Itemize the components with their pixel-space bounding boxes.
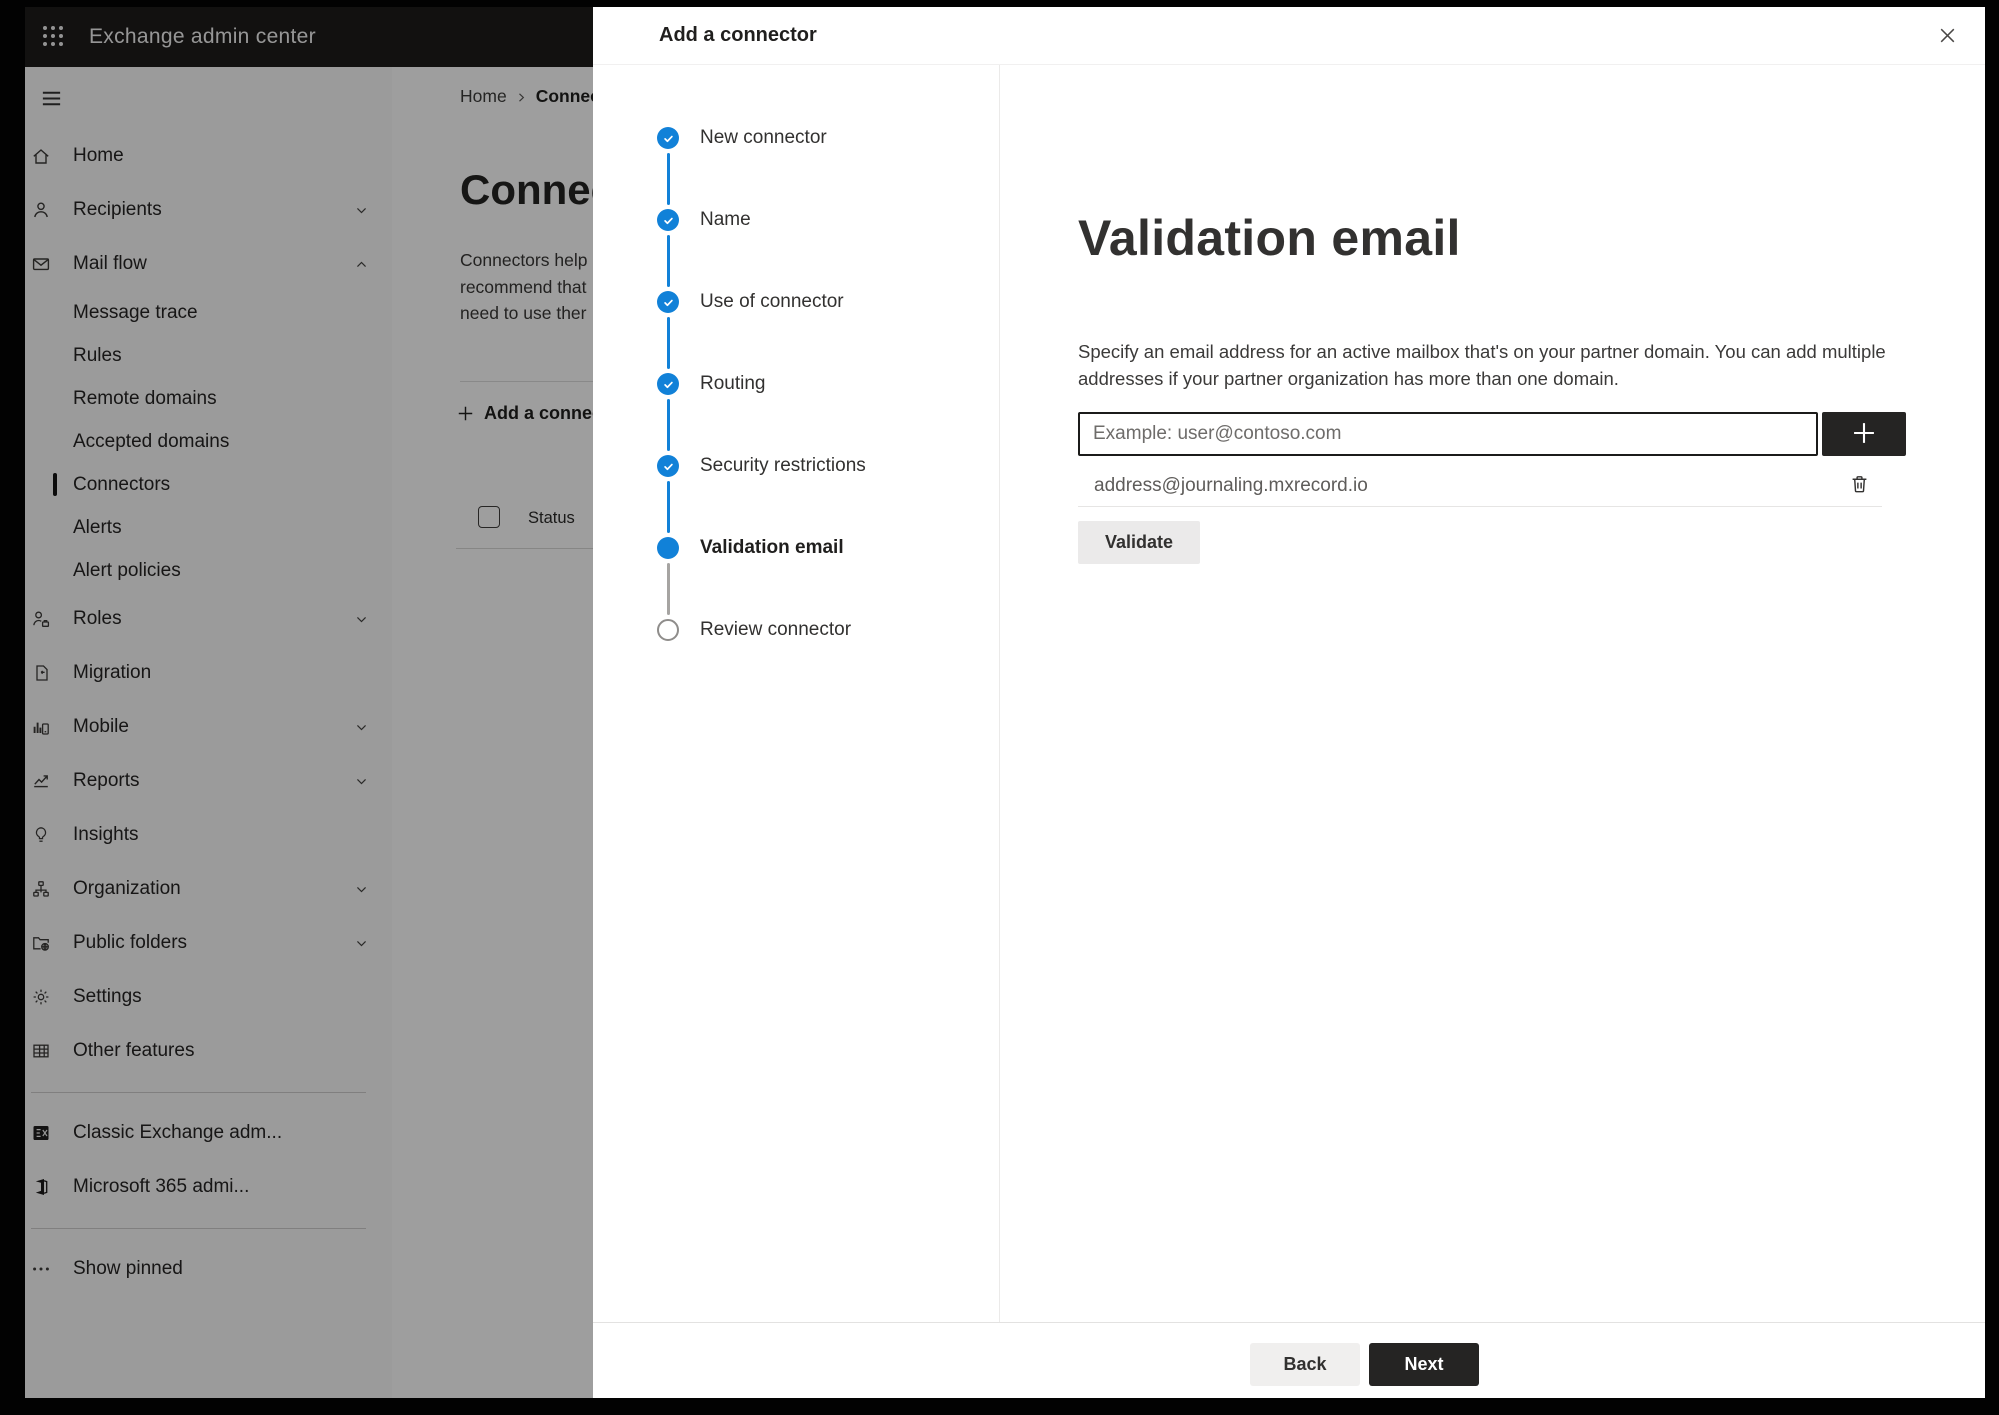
add-connector-panel: Add a connector New connector Name Use of … (593, 7, 1985, 1398)
step-connector (666, 481, 670, 533)
email-entry-row (1078, 412, 1906, 456)
address-text: address@journaling.mxrecord.io (1094, 474, 1368, 496)
email-input[interactable] (1078, 412, 1818, 456)
step-heading: Validation email (1078, 209, 1461, 266)
step-description: Specify an email address for an active m… (1078, 340, 1886, 389)
app-window: Exchange admin center Home Recipients Mail… (25, 7, 1985, 1398)
delete-address-button[interactable] (1844, 471, 1874, 501)
step-completed-check-icon (657, 291, 679, 313)
step-label: New connector (700, 127, 827, 148)
wizard-step-routing: Routing (657, 368, 766, 400)
step-completed-check-icon (657, 455, 679, 477)
step-label: Validation email (700, 537, 844, 558)
wizard-step-use-of-connector: Use of connector (657, 286, 844, 318)
step-label: Security restrictions (700, 455, 866, 476)
step-completed-check-icon (657, 127, 679, 149)
panel-title: Add a connector (659, 24, 817, 46)
validate-button[interactable]: Validate (1078, 521, 1201, 564)
screenshot-frame: Exchange admin center Home Recipients Mail… (0, 0, 1999, 1415)
trash-icon (1848, 473, 1871, 499)
step-label: Name (700, 209, 751, 230)
step-upcoming-circle-icon (657, 619, 679, 641)
modal-dim-overlay (25, 7, 593, 1398)
panel-header: Add a connector (593, 7, 1985, 65)
step-label: Use of connector (700, 291, 844, 312)
wizard-step-new-connector: New connector (657, 122, 827, 154)
close-button[interactable] (1933, 23, 1961, 51)
step-connector (666, 153, 670, 205)
step-connector (666, 399, 670, 451)
address-row: address@journaling.mxrecord.io (1078, 465, 1882, 507)
address-list: address@journaling.mxrecord.io (1078, 465, 1882, 507)
next-button[interactable]: Next (1369, 1343, 1479, 1386)
plus-icon (1850, 419, 1878, 450)
step-completed-check-icon (657, 373, 679, 395)
step-label: Routing (700, 373, 766, 394)
wizard-step-review-connector: Review connector (657, 614, 851, 646)
step-connector (666, 563, 670, 615)
back-button[interactable]: Back (1250, 1343, 1360, 1386)
wizard-step-security-restrictions: Security restrictions (657, 450, 866, 482)
panel-footer: Back Next (593, 1322, 1985, 1398)
step-current-dot-icon (657, 537, 679, 559)
step-connector (666, 317, 670, 369)
step-connector (666, 235, 670, 287)
wizard-step-name: Name (657, 204, 751, 236)
close-icon (1937, 25, 1958, 49)
step-label: Review connector (700, 619, 852, 640)
add-address-button[interactable] (1822, 412, 1906, 456)
wizard-step-validation-email: Validation email (657, 532, 844, 564)
wizard-steps: New connector Name Use of connector Routing… (593, 65, 1000, 1322)
step-completed-check-icon (657, 209, 679, 231)
